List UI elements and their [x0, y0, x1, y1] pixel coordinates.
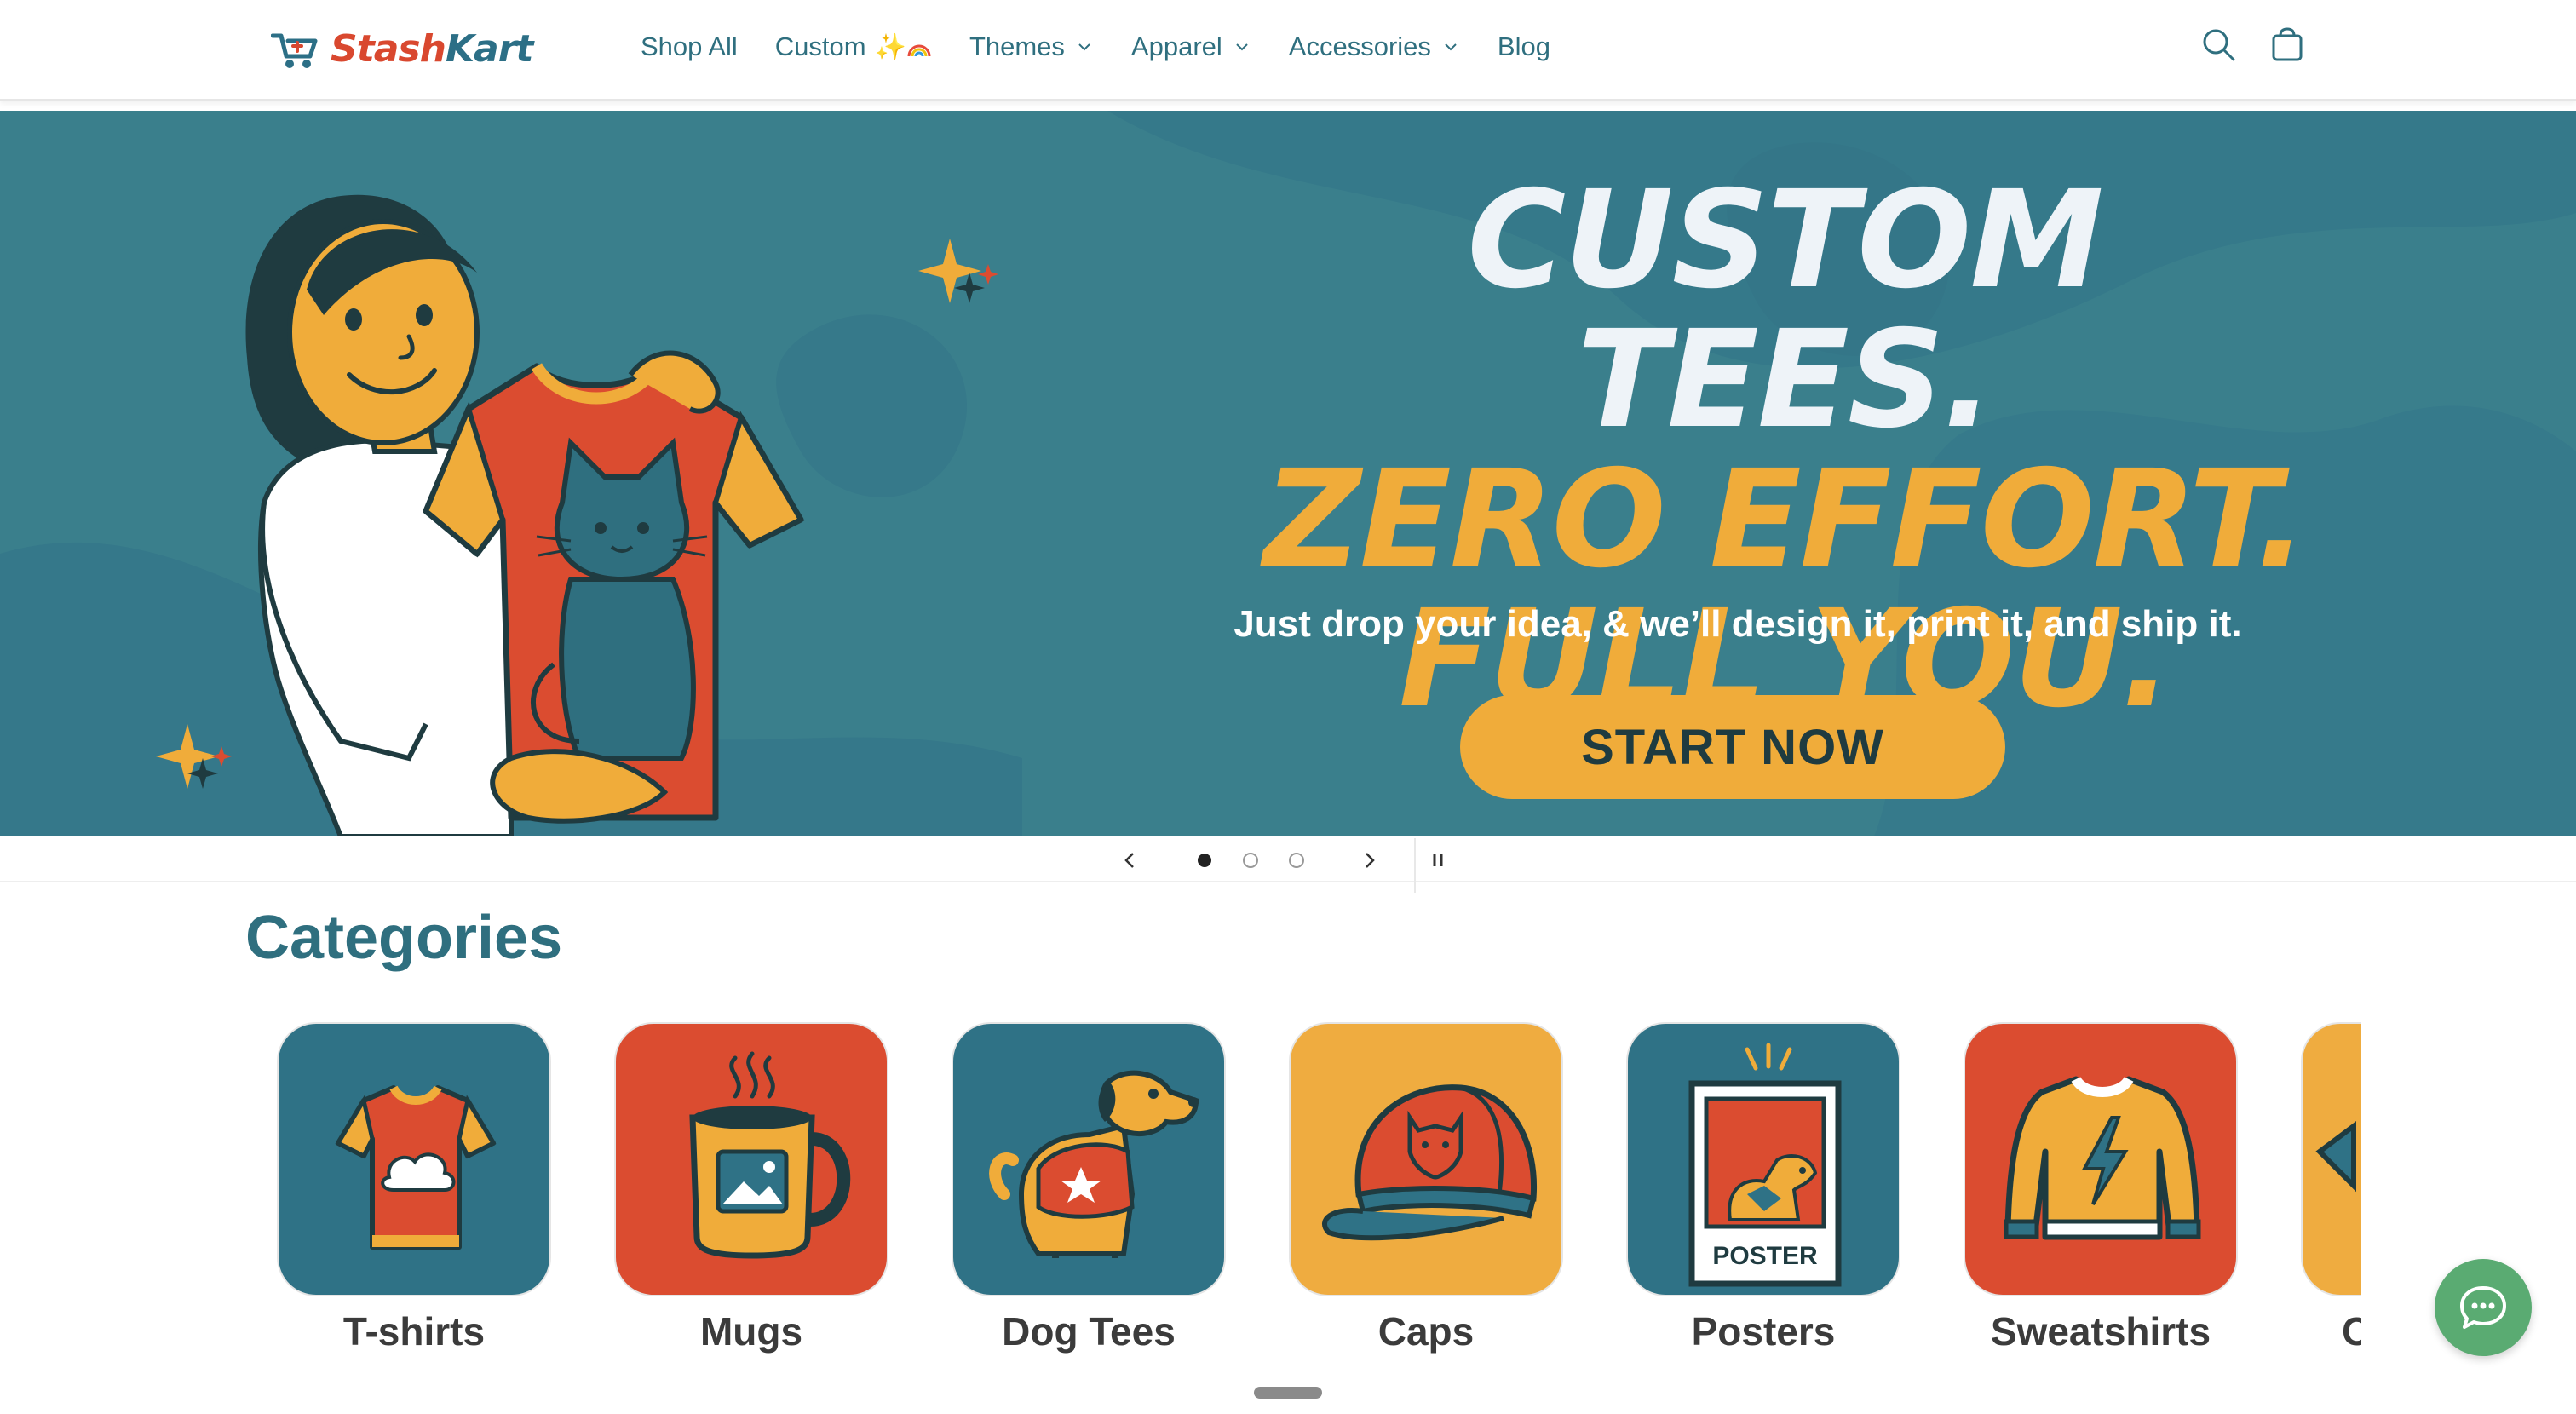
nav-shop-all-label: Shop All	[641, 32, 738, 61]
chevron-down-icon	[1078, 43, 1090, 51]
nav-accessories[interactable]: Accessories	[1289, 32, 1460, 62]
categories-heading: Categories	[245, 904, 563, 972]
chat-icon	[2460, 1286, 2506, 1329]
cap-tile[interactable]	[1289, 1022, 1563, 1296]
tshirt-tile[interactable]	[277, 1022, 551, 1296]
pause-icon[interactable]	[1424, 847, 1452, 874]
mug-icon	[689, 1051, 851, 1259]
partial-tile-icon	[2315, 1121, 2356, 1193]
hero-banner: CUSTOM TEES. ZERO EFFORT. FULL YOU. Just…	[0, 111, 2576, 836]
chevron-down-icon	[1445, 43, 1457, 51]
tshirt-icon	[335, 1085, 497, 1250]
chevron-left-icon[interactable]	[1116, 847, 1143, 874]
poster-icon: POSTER	[1688, 1043, 1842, 1287]
hero-headline-line2: ZERO EFFORT.	[1263, 441, 2307, 598]
poster-tile[interactable]: POSTER	[1626, 1022, 1900, 1296]
category-partial[interactable]: C	[2301, 1022, 2361, 1354]
slider-controls	[0, 838, 2576, 882]
scroll-indicator[interactable]	[1254, 1387, 1322, 1399]
partial-tile[interactable]	[2301, 1022, 2361, 1296]
site-header: StashKart Shop All Custom ✨ Themes Appare…	[0, 0, 2576, 101]
sparkle-icon	[156, 724, 232, 789]
nav-apparel-label: Apparel	[1130, 32, 1222, 61]
category-label: Mugs	[699, 1309, 803, 1354]
category-sweatshirts[interactable]: Sweatshirts	[1964, 1022, 2238, 1354]
slide-dot[interactable]	[1283, 847, 1310, 874]
category-dog-tees[interactable]: Dog Tees	[952, 1022, 1226, 1354]
nav-custom-label: Custom	[774, 32, 866, 61]
category-label: T-shirts	[342, 1309, 486, 1354]
nav-apparel[interactable]: Apparel	[1131, 32, 1251, 62]
category-label: Caps	[1377, 1309, 1475, 1354]
main-nav: Shop All Custom ✨ Themes Apparel Accessor…	[641, 26, 1588, 68]
category-tshirts[interactable]: T-shirts	[277, 1022, 551, 1354]
header-icons	[2198, 24, 2334, 66]
nav-accessories-label: Accessories	[1288, 32, 1431, 61]
chevron-down-icon	[1236, 43, 1248, 51]
slider-divider	[1414, 838, 1416, 893]
logo-text: StashKart	[331, 26, 534, 71]
sparkle-icon	[918, 239, 998, 303]
mug-tile[interactable]	[614, 1022, 888, 1296]
dog-icon	[989, 1070, 1199, 1258]
nav-themes-label: Themes	[969, 32, 1065, 61]
category-label: Sweatshirts	[1990, 1309, 2211, 1354]
cart-icon[interactable]	[2266, 24, 2309, 66]
dog-tee-tile[interactable]	[952, 1022, 1226, 1296]
logo-text-part1: Stash	[331, 26, 446, 71]
category-mugs[interactable]: Mugs	[614, 1022, 888, 1354]
logo[interactable]: StashKart	[271, 19, 534, 78]
category-label: C	[2342, 1309, 2361, 1354]
category-label: Dog Tees	[1002, 1309, 1176, 1354]
nav-custom[interactable]: Custom ✨	[775, 32, 932, 62]
hero-headline-line1: CUSTOM TEES.	[1467, 162, 2103, 458]
sparkle-rainbow-icon: ✨	[875, 32, 932, 62]
sweatshirt-icon	[2004, 1076, 2201, 1240]
chat-button[interactable]	[2435, 1259, 2532, 1356]
hero-subtitle: Just drop your idea, & we’ll design it, …	[1233, 603, 2242, 645]
nav-themes[interactable]: Themes	[969, 32, 1094, 62]
nav-shop-all[interactable]: Shop All	[641, 32, 738, 62]
nav-blog-label: Blog	[1497, 32, 1550, 61]
logo-text-part2: Kart	[445, 26, 534, 71]
categories-row: T-shirts Mugs Dog Tees Caps POSTER Poste…	[0, 1022, 2361, 1380]
chevron-right-icon[interactable]	[1356, 847, 1383, 874]
poster-text: POSTER	[1712, 1242, 1818, 1270]
category-posters[interactable]: POSTER Posters	[1626, 1022, 1900, 1354]
search-icon[interactable]	[2198, 24, 2240, 66]
slide-dot[interactable]	[1237, 847, 1264, 874]
woman-holding-cat-tee-illustration	[156, 194, 998, 836]
slide-dot-active[interactable]	[1191, 847, 1218, 874]
cap-icon	[1322, 1084, 1538, 1241]
start-now-button[interactable]: START NOW	[1460, 695, 2005, 799]
cart-logo-icon	[271, 33, 318, 68]
sweatshirt-tile[interactable]	[1964, 1022, 2238, 1296]
category-label: Posters	[1691, 1309, 1836, 1354]
category-caps[interactable]: Caps	[1289, 1022, 1563, 1354]
nav-blog[interactable]: Blog	[1498, 32, 1550, 62]
